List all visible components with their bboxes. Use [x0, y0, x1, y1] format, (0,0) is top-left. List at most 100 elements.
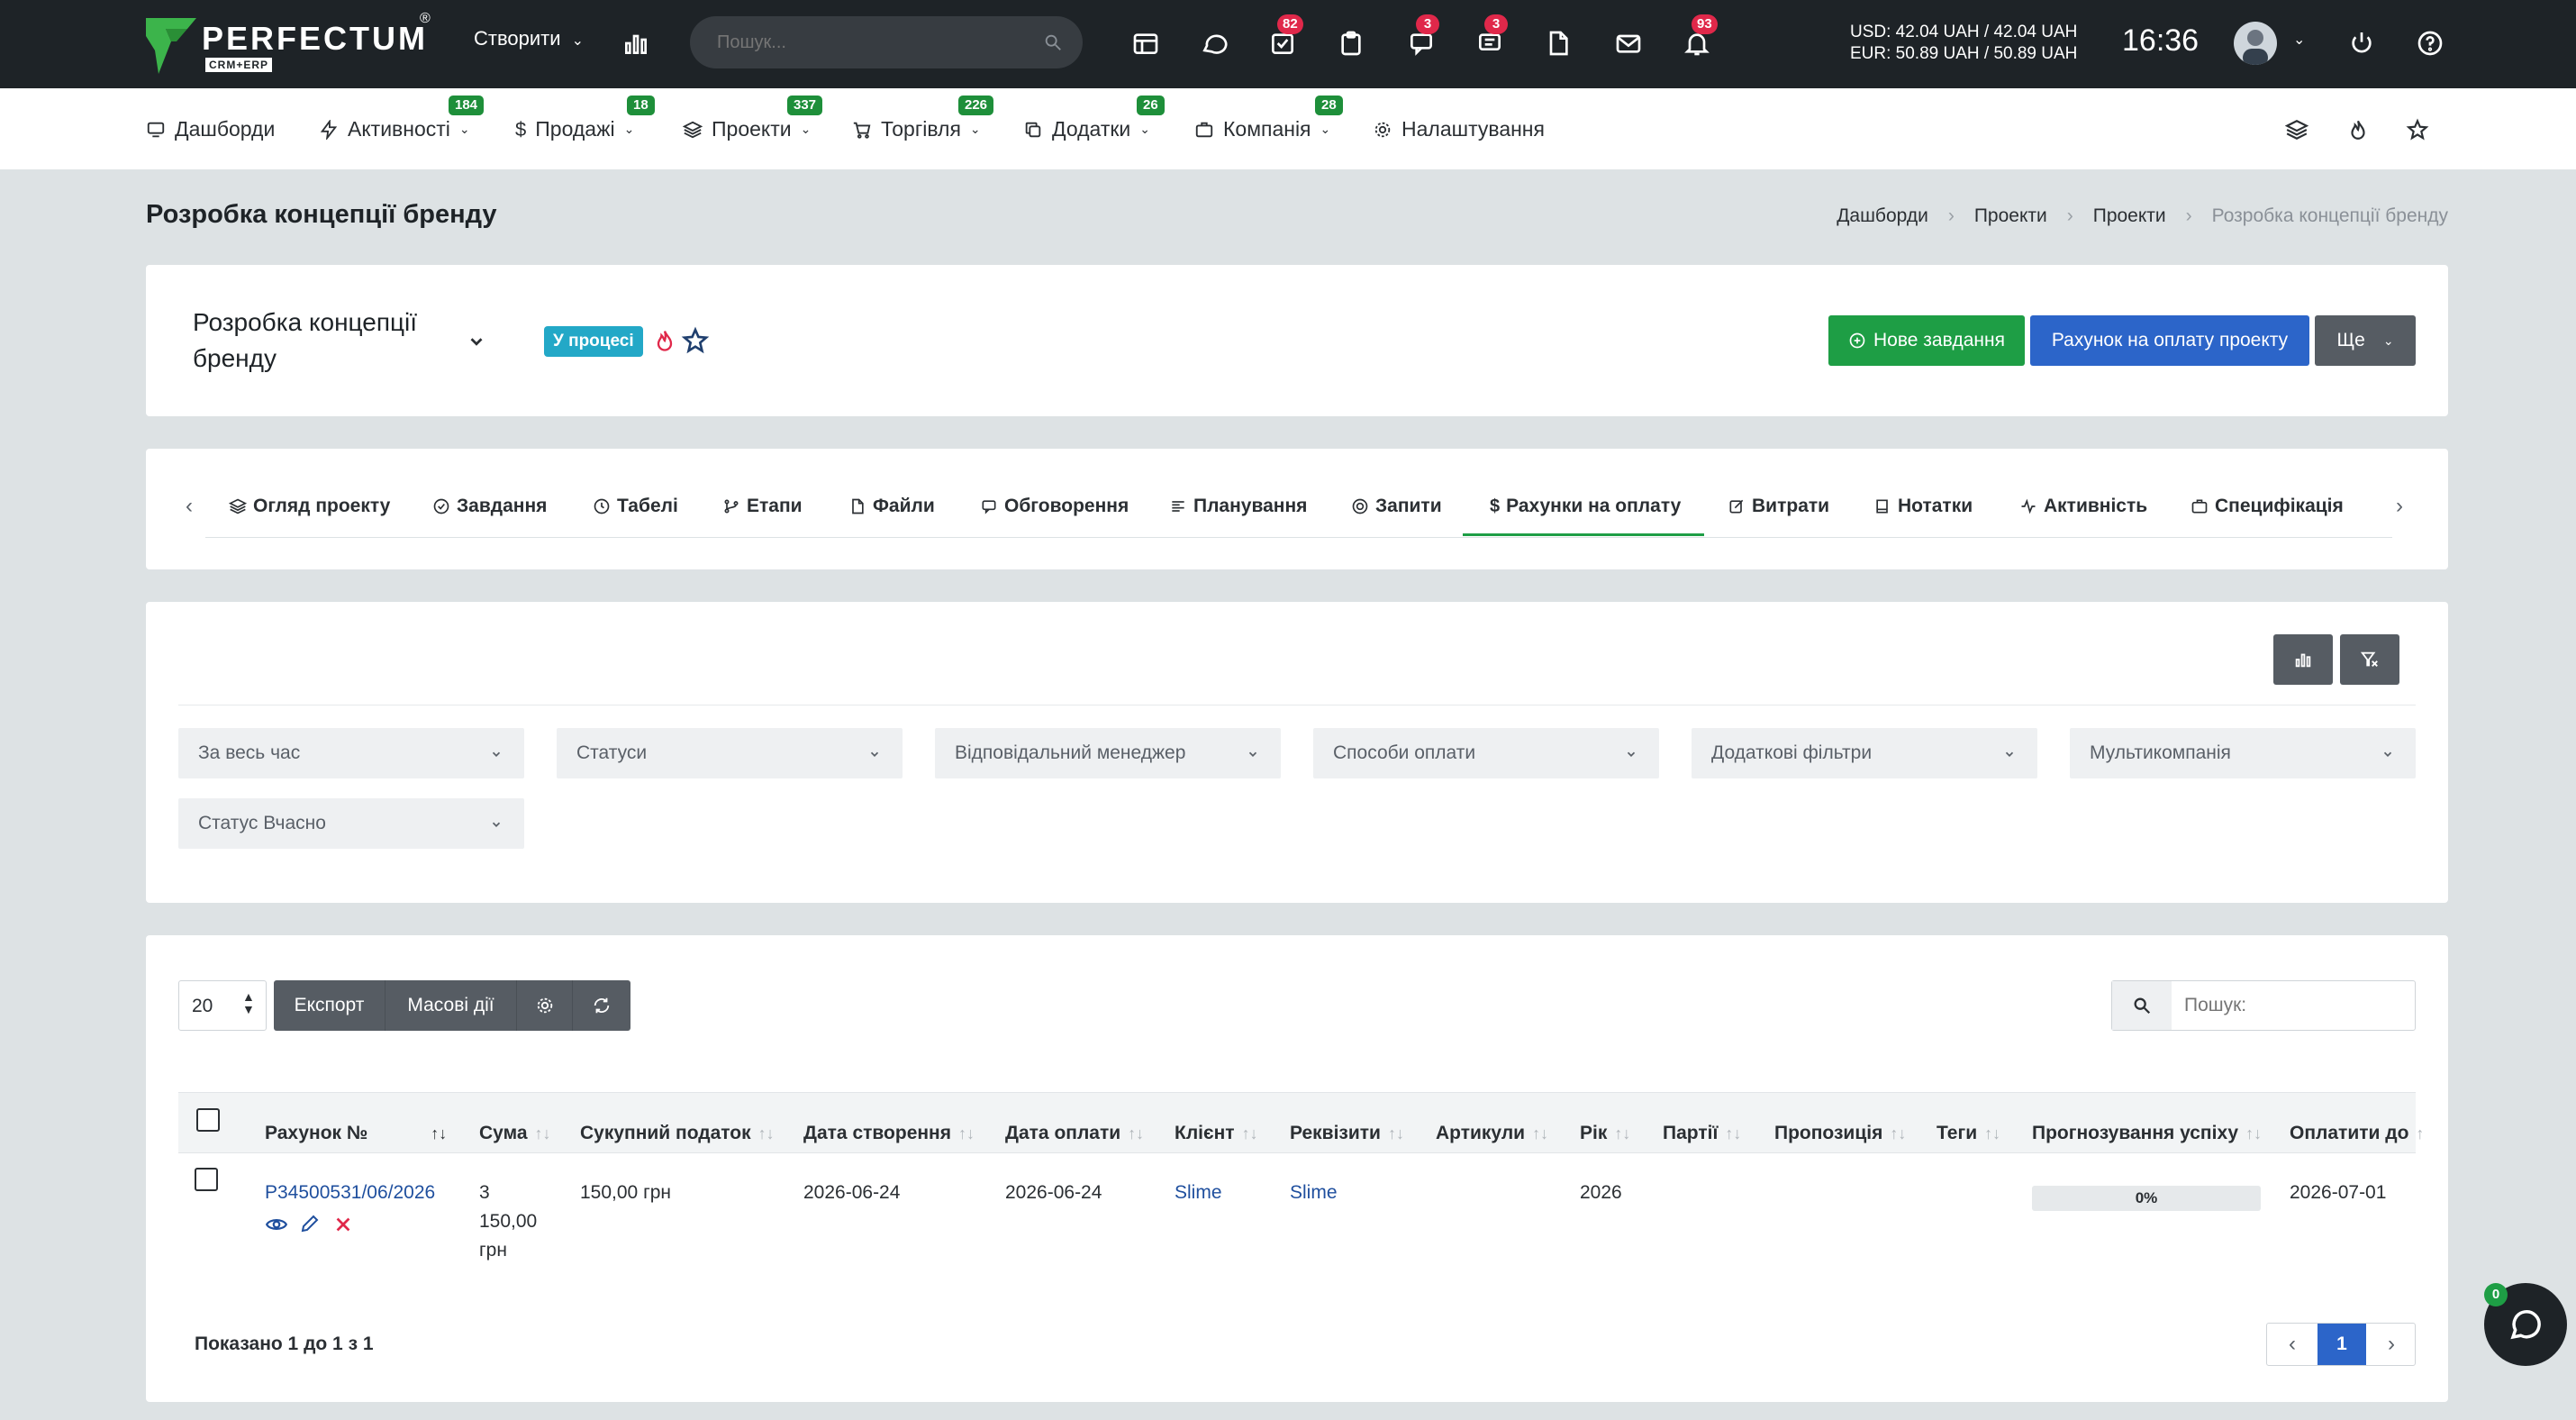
tab-expenses[interactable]: Витрати: [1728, 496, 1829, 517]
col-year[interactable]: Рік ↑↓: [1580, 1123, 1630, 1144]
col-tags[interactable]: Теги ↑↓: [1937, 1123, 2000, 1144]
nav-label: Компанія: [1223, 117, 1311, 141]
nav-apps[interactable]: Додатки ⌄ 26: [1023, 96, 1165, 141]
project-invoice-button[interactable]: Рахунок на оплату проекту: [2030, 315, 2309, 366]
chevron-down-icon: [492, 751, 501, 757]
tab-timesheets[interactable]: Табелі: [593, 496, 678, 517]
stats-icon[interactable]: [618, 25, 654, 61]
client-link[interactable]: Slime: [1175, 1179, 1222, 1207]
tab-overview[interactable]: Огляд проекту: [229, 496, 390, 517]
fire-icon[interactable]: [2342, 114, 2374, 146]
tab-label: Активність: [2044, 496, 2148, 516]
filter-period[interactable]: За весь час: [178, 728, 524, 778]
tab-notes[interactable]: Нотатки: [1873, 496, 1973, 517]
col-client[interactable]: Клієнт ↑↓: [1175, 1123, 1258, 1144]
nav-dashboards[interactable]: Дашборди: [146, 117, 275, 141]
tab-requests[interactable]: Запити: [1351, 496, 1442, 517]
calendar-icon[interactable]: [1128, 25, 1164, 61]
fire-icon[interactable]: [652, 326, 677, 355]
star-icon[interactable]: [681, 326, 710, 355]
tab-stages[interactable]: Етапи: [722, 496, 803, 517]
col-pay-until[interactable]: Оплатити до ↑: [2290, 1123, 2424, 1144]
tab-specification[interactable]: Специфікація: [2191, 496, 2344, 517]
power-icon[interactable]: [2344, 25, 2380, 61]
nav-settings[interactable]: Налаштування: [1373, 117, 1545, 141]
create-dropdown[interactable]: Створити ⌄: [474, 27, 584, 50]
export-button[interactable]: Експорт: [274, 980, 385, 1031]
nav-sales[interactable]: $ Продажі ⌄ 18: [515, 96, 655, 141]
eye-icon[interactable]: [265, 1213, 288, 1236]
bulk-actions-button[interactable]: Масові дії: [385, 980, 517, 1031]
nav-activities[interactable]: Активності ⌄ 184: [319, 96, 485, 141]
tasks-icon[interactable]: 82: [1265, 14, 1303, 61]
tab-activity[interactable]: Активність: [2019, 496, 2147, 517]
layers-icon[interactable]: [2281, 114, 2313, 146]
table-search-input[interactable]: [2184, 994, 2400, 1017]
new-task-button[interactable]: Нове завдання: [1828, 315, 2025, 366]
bell-icon[interactable]: 93: [1679, 14, 1718, 61]
mail-icon[interactable]: [1610, 25, 1646, 61]
column-settings-button[interactable]: [517, 980, 573, 1031]
chat-bubble-icon[interactable]: [1196, 25, 1232, 61]
breadcrumb-item[interactable]: Проекти: [2093, 205, 2166, 227]
filter-payment-methods[interactable]: Способи оплати: [1313, 728, 1659, 778]
chevron-left-icon[interactable]: ‹: [186, 494, 193, 519]
chevron-right-icon[interactable]: ›: [2396, 494, 2403, 519]
requisites-link[interactable]: Slime: [1290, 1179, 1338, 1207]
filter-multicompany[interactable]: Мультикомпанія: [2070, 728, 2416, 778]
nav-trade[interactable]: Торгівля ⌄ 226: [852, 96, 994, 141]
nav-company[interactable]: Компанія ⌄ 28: [1194, 96, 1343, 141]
col-batches[interactable]: Партії ↑↓: [1663, 1123, 1741, 1144]
filter-ontime-status[interactable]: Статус Вчасно: [178, 798, 524, 849]
comments-icon[interactable]: 3: [1403, 14, 1439, 61]
user-avatar[interactable]: [2234, 22, 2277, 65]
nav-label: Торгівля: [881, 117, 961, 141]
col-created-date[interactable]: Дата створення ↑↓: [803, 1123, 975, 1144]
messages-icon[interactable]: 3: [1472, 14, 1508, 61]
col-requisites[interactable]: Реквізити ↑↓: [1290, 1123, 1404, 1144]
nav-projects[interactable]: Проекти ⌄ 337: [683, 96, 823, 141]
clear-filters-button[interactable]: [2340, 634, 2399, 685]
tab-files[interactable]: Файли: [848, 496, 935, 517]
col-payment-date[interactable]: Дата оплати ↑↓: [1005, 1123, 1144, 1144]
global-search[interactable]: [690, 16, 1083, 68]
col-sum[interactable]: Сума ↑↓: [479, 1123, 551, 1144]
row-checkbox[interactable]: [195, 1168, 218, 1191]
refresh-button[interactable]: [573, 980, 630, 1031]
tab-discussions[interactable]: Обговорення: [980, 496, 1129, 517]
page-size-select[interactable]: 20 ▲ ▼: [178, 980, 267, 1031]
chevron-right-icon[interactable]: ›: [2366, 1324, 2417, 1365]
nav-label: Активності: [348, 117, 450, 141]
document-icon[interactable]: [1540, 25, 1576, 61]
chevron-down-icon[interactable]: ⌄: [2293, 31, 2305, 49]
tab-tasks[interactable]: Завдання: [432, 496, 547, 517]
more-dropdown-button[interactable]: Ще ⌄: [2315, 315, 2416, 366]
global-search-input[interactable]: [717, 29, 1023, 56]
col-articles[interactable]: Артикули ↑↓: [1436, 1123, 1548, 1144]
delete-icon[interactable]: [333, 1215, 353, 1234]
star-icon[interactable]: [2401, 114, 2434, 146]
column-label: Пропозиція: [1774, 1123, 1883, 1143]
filter-statuses[interactable]: Статуси: [557, 728, 903, 778]
filter-manager[interactable]: Відповідальний менеджер: [935, 728, 1281, 778]
tab-planning[interactable]: Планування: [1169, 496, 1307, 517]
chart-toggle-button[interactable]: [2273, 634, 2333, 685]
col-success-forecast[interactable]: Прогнозування успіху ↑↓: [2032, 1123, 2262, 1144]
col-total-tax[interactable]: Сукупний податок ↑↓: [580, 1123, 775, 1144]
pagination-page[interactable]: 1: [2317, 1324, 2366, 1365]
chevron-left-icon[interactable]: ‹: [2267, 1324, 2317, 1365]
breadcrumb-item[interactable]: Проекти: [1974, 205, 2047, 227]
breadcrumb-item[interactable]: Дашборди: [1837, 205, 1928, 227]
invoice-number-link[interactable]: P34500531/06/2026: [265, 1179, 435, 1207]
filter-additional[interactable]: Додаткові фільтри: [1692, 728, 2037, 778]
pencil-icon[interactable]: [299, 1213, 321, 1234]
select-all-checkbox[interactable]: [196, 1108, 220, 1132]
chevron-down-icon[interactable]: [467, 332, 486, 351]
clipboard-icon[interactable]: [1333, 25, 1369, 61]
col-invoice-number[interactable]: Рахунок № ↑↓: [265, 1123, 447, 1144]
table-search[interactable]: [2111, 980, 2416, 1031]
logo-registered: ®: [420, 11, 431, 26]
tab-invoices[interactable]: $ Рахунки на оплату: [1490, 496, 1681, 517]
help-icon[interactable]: [2412, 25, 2448, 61]
col-offer[interactable]: Пропозиція ↑↓: [1774, 1123, 1906, 1144]
